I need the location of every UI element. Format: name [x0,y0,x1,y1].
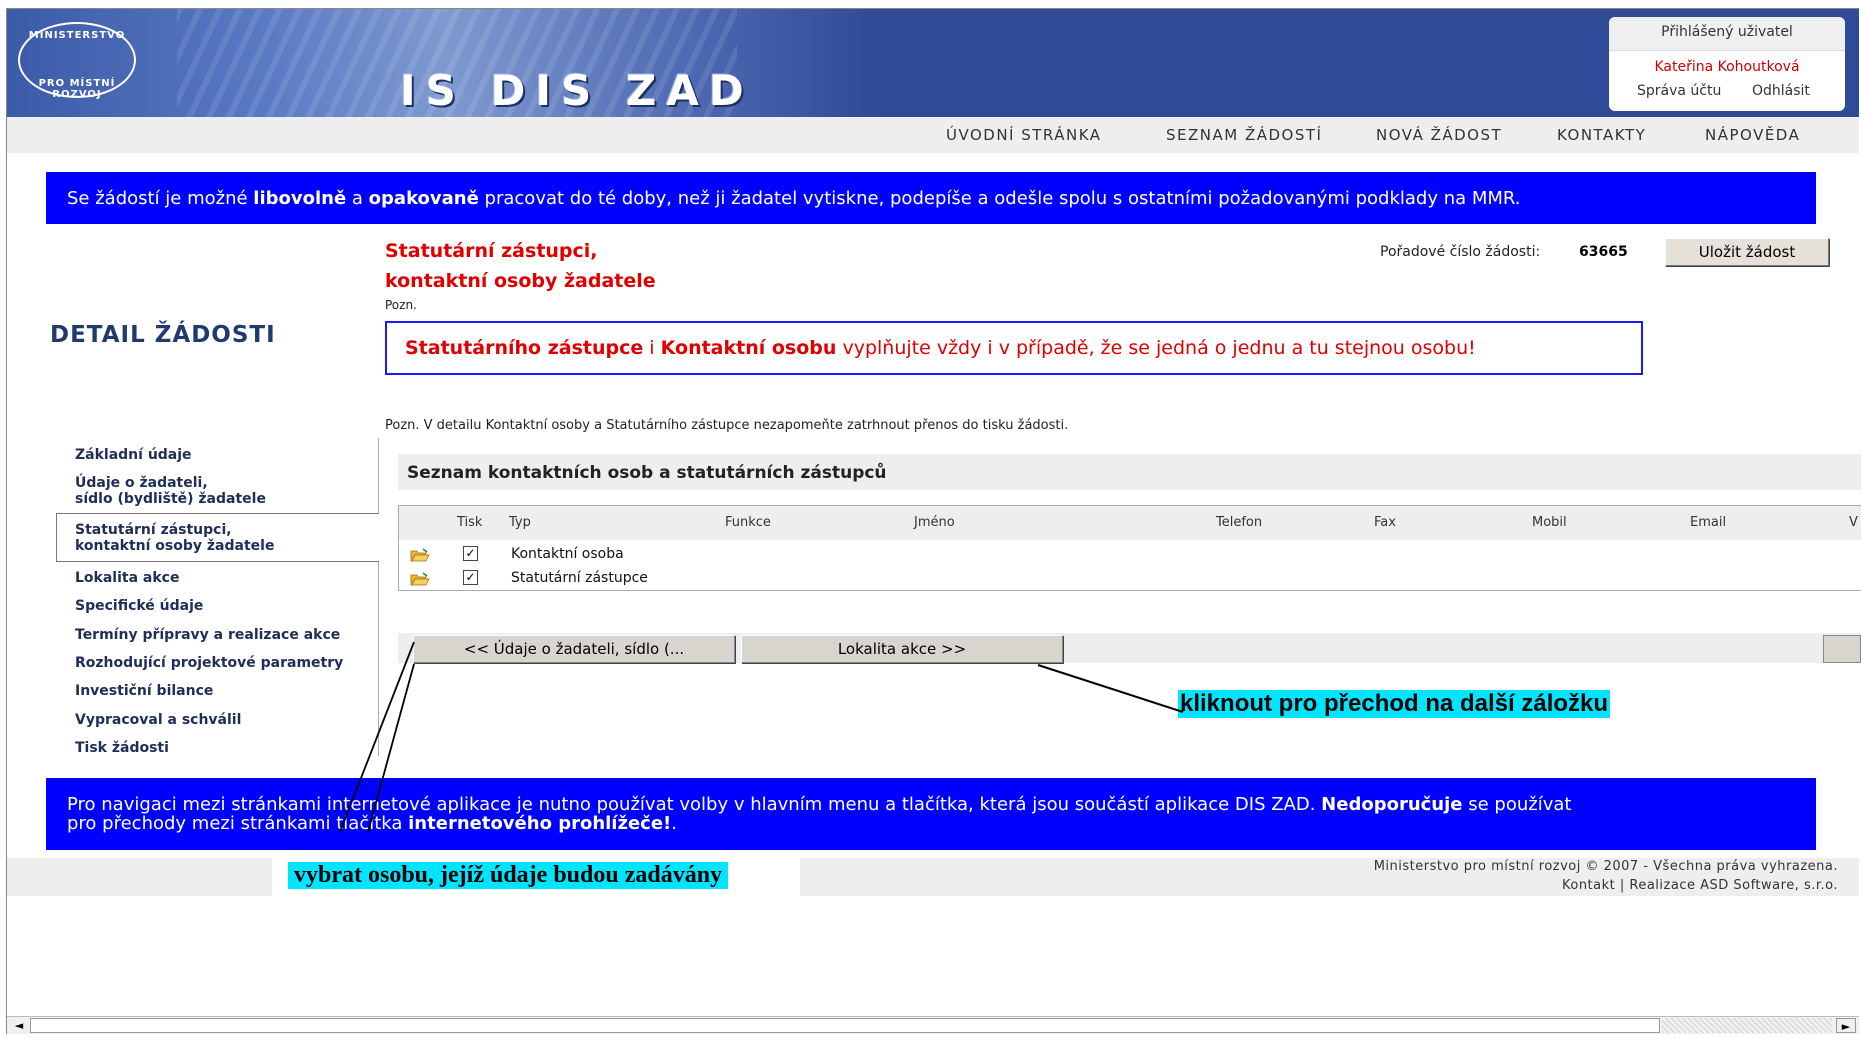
scrollbar-track[interactable] [1662,1018,1832,1033]
scroll-left-arrow-icon[interactable]: ◄ [9,1018,29,1033]
callout-next-pointer [1037,664,1184,713]
scrollbar-thumb[interactable] [30,1018,1660,1033]
annotation-lines [339,641,1184,833]
callout-select-pointer-1 [339,641,415,833]
callout-select-pointer-2 [367,663,415,833]
scroll-right-arrow-icon[interactable]: ► [1836,1018,1856,1033]
